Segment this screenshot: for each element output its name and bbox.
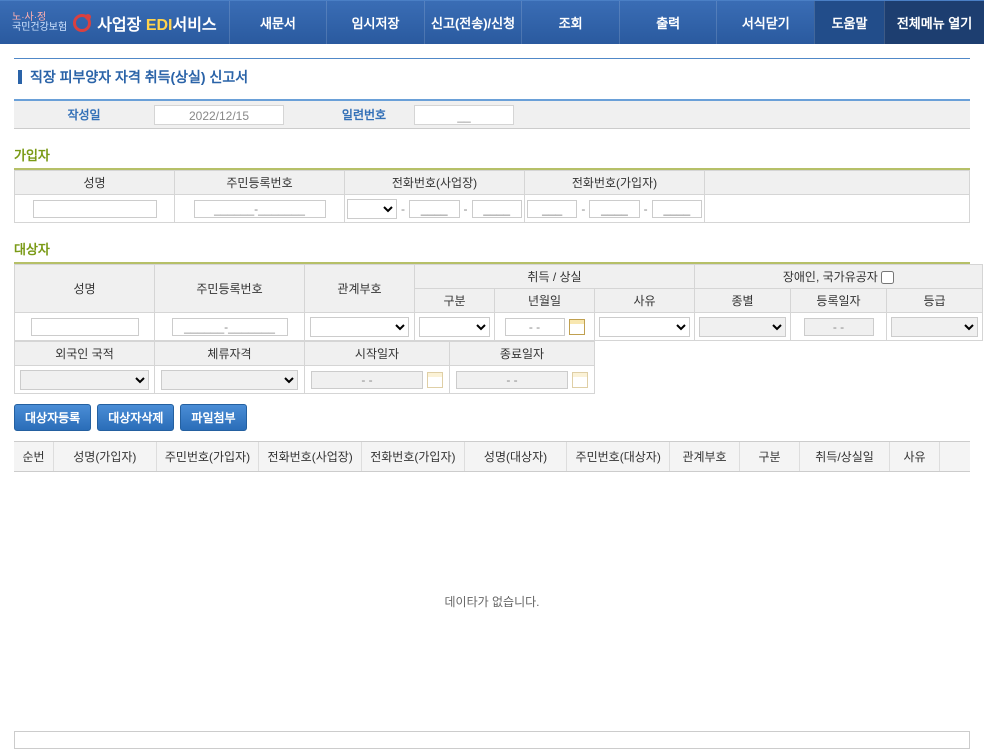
subscriber-rrn-input[interactable]: [194, 200, 326, 218]
grid-th-offtel: 전화번호(사업장): [259, 442, 362, 471]
target-th-cls: 구분: [415, 289, 495, 313]
grid-th-date: 취득/상실일: [800, 442, 890, 471]
target-start-input[interactable]: [311, 371, 423, 389]
top-nav: 노·사·정 국민건강보험 사업장 EDI서비스 새문서 임시저장 신고(전송)/…: [0, 0, 984, 44]
subscriber-name-input[interactable]: [33, 200, 157, 218]
subscriber-th-name: 성명: [15, 171, 175, 195]
grid-th-rel: 관계부호: [670, 442, 740, 471]
grid-body: 데이타가 없습니다.: [14, 472, 970, 732]
target-rrn-input[interactable]: [172, 318, 288, 336]
target-th-ymd: 년월일: [495, 289, 595, 313]
target-cls-select[interactable]: [419, 317, 490, 337]
target-th-name: 성명: [15, 265, 155, 313]
nav-all-menu[interactable]: 전체메뉴 열기: [884, 1, 984, 44]
target-nationality-select[interactable]: [20, 370, 148, 390]
grid-empty-text: 데이타가 없습니다.: [445, 593, 540, 610]
target-th-stay: 체류자격: [155, 342, 305, 366]
info-strip: 작성일 2022/12/15 일련번호 __: [14, 99, 970, 129]
delete-button[interactable]: 대상자삭제: [97, 404, 174, 431]
target-th-disabled: 장애인, 국가유공자: [695, 265, 983, 289]
section-target-header: 대상자: [14, 223, 970, 264]
calendar-icon[interactable]: [569, 319, 585, 335]
grid-th-tgtrrn: 주민번호(대상자): [567, 442, 670, 471]
grid-th-cls: 구분: [740, 442, 800, 471]
attach-button[interactable]: 파일첨부: [180, 404, 246, 431]
nav-help[interactable]: 도움말: [814, 1, 884, 44]
section-subscriber-header: 가입자: [14, 129, 970, 170]
page-title: 직장 피부양자 자격 취득(상실) 신고서: [30, 67, 248, 87]
subscriber-tel-mid[interactable]: [589, 200, 639, 218]
grid-th-extra: [940, 442, 970, 471]
subscriber-office-tel-area[interactable]: [347, 199, 397, 219]
target-reason-select[interactable]: [599, 317, 689, 337]
target-th-rrn: 주민등록번호: [155, 265, 305, 313]
subscriber-th-blank: [705, 171, 970, 195]
target-th-grade: 등급: [887, 289, 983, 313]
target-stay-select[interactable]: [161, 370, 299, 390]
subscriber-th-rrn: 주민등록번호: [175, 171, 345, 195]
target-th-nationality: 외국인 국적: [15, 342, 155, 366]
target-th-regdate: 등록일자: [791, 289, 887, 313]
target-grade-select[interactable]: [891, 317, 977, 337]
action-bar: 대상자등록 대상자삭제 파일첨부: [14, 394, 970, 441]
target-th-end: 종료일자: [450, 342, 595, 366]
grid-th-subname: 성명(가입자): [54, 442, 157, 471]
title-marker-icon: [18, 70, 22, 84]
grid-th-subtel: 전화번호(가입자): [362, 442, 465, 471]
serial-label: 일련번호: [314, 106, 414, 123]
target-name-input[interactable]: [31, 318, 139, 336]
target-table: 성명 주민등록번호 관계부호 취득 / 상실 장애인, 국가유공자 구분 년월일…: [14, 264, 983, 341]
grid-th-subrrn: 주민번호(가입자): [157, 442, 260, 471]
subscriber-office-tel-last[interactable]: [472, 200, 523, 218]
serial-value: __: [414, 105, 514, 125]
page-title-bar: 직장 피부양자 자격 취득(상실) 신고서: [14, 58, 970, 99]
register-button[interactable]: 대상자등록: [14, 404, 91, 431]
grid-th-tgtname: 성명(대상자): [465, 442, 568, 471]
grid-th-reason: 사유: [890, 442, 940, 471]
target-th-start: 시작일자: [305, 342, 450, 366]
target-ymd-input[interactable]: [505, 318, 565, 336]
subscriber-tel-last[interactable]: [652, 200, 702, 218]
target-end-input[interactable]: [456, 371, 568, 389]
target-th-reason: 사유: [595, 289, 695, 313]
subscriber-table: 성명 주민등록번호 전화번호(사업장) 전화번호(가입자) - -: [14, 170, 970, 223]
nav-report[interactable]: 신고(전송)/신청: [424, 1, 522, 44]
grid-th-seq: 순번: [14, 442, 54, 471]
calendar-icon[interactable]: [572, 372, 588, 388]
subscriber-th-tel-subscriber: 전화번호(가입자): [525, 171, 705, 195]
target-regdate-input[interactable]: [804, 318, 874, 336]
nav-close-form[interactable]: 서식닫기: [716, 1, 814, 44]
logo-org: 국민건강보험: [12, 23, 67, 33]
target-table-row2: 외국인 국적 체류자격 시작일자 종료일자: [14, 341, 595, 394]
nav-print[interactable]: 출력: [619, 1, 717, 44]
subscriber-th-tel-office: 전화번호(사업장): [345, 171, 525, 195]
subscriber-office-tel-mid[interactable]: [409, 200, 460, 218]
nav-items: 새문서 임시저장 신고(전송)/신청 조회 출력 서식닫기 도움말 전체메뉴 열…: [229, 1, 984, 44]
target-th-kind: 종별: [695, 289, 791, 313]
logo: 노·사·정 국민건강보험 사업장 EDI서비스: [0, 11, 229, 35]
grid-header: 순번 성명(가입자) 주민번호(가입자) 전화번호(사업장) 전화번호(가입자)…: [14, 441, 970, 472]
subscriber-tel-area[interactable]: [527, 200, 577, 218]
target-th-rel: 관계부호: [305, 265, 415, 313]
logo-icon: [73, 14, 91, 32]
grid-hscroll[interactable]: [14, 732, 970, 749]
nav-temp-save[interactable]: 임시저장: [326, 1, 424, 44]
target-rel-select[interactable]: [310, 317, 410, 337]
nav-new-doc[interactable]: 새문서: [229, 1, 327, 44]
disabled-checkbox[interactable]: [881, 271, 894, 284]
nav-inquiry[interactable]: 조회: [521, 1, 619, 44]
date-label: 작성일: [14, 106, 154, 123]
logo-slogan: 노·사·정: [12, 13, 67, 23]
date-value: 2022/12/15: [154, 105, 284, 125]
logo-service: 사업장 EDI서비스: [97, 11, 216, 35]
calendar-icon[interactable]: [427, 372, 443, 388]
target-th-acqloss: 취득 / 상실: [415, 265, 695, 289]
target-kind-select[interactable]: [699, 317, 785, 337]
